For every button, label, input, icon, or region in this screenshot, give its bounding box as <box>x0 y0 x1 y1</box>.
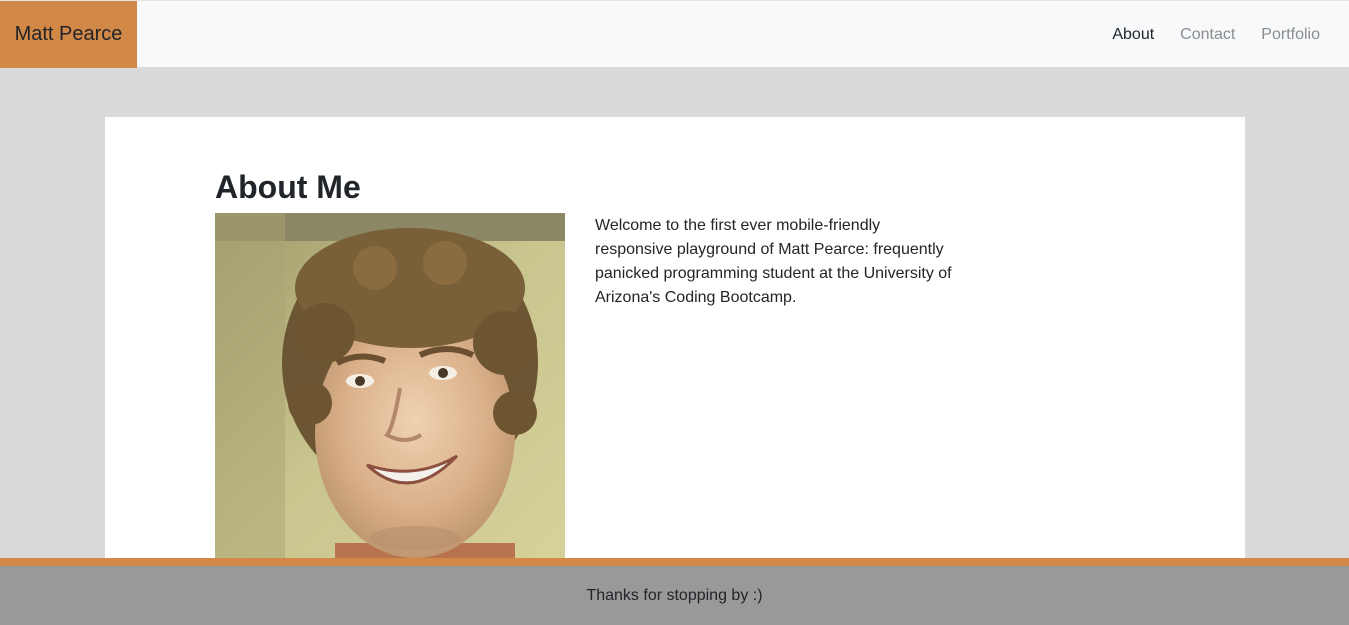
nav-link-about[interactable]: About <box>1099 26 1167 44</box>
profile-photo <box>215 213 565 563</box>
page-title: About Me <box>215 169 361 205</box>
nav-link-contact[interactable]: Contact <box>1167 26 1248 44</box>
nav-link-portfolio[interactable]: Portfolio <box>1248 26 1333 44</box>
brand-link[interactable]: Matt Pearce <box>0 1 137 68</box>
navbar: Matt Pearce About Contact Portfolio <box>0 0 1349 68</box>
footer-text: Thanks for stopping by :) <box>586 586 763 604</box>
about-card: About Me Welcome to the first ever mobil… <box>105 117 1245 567</box>
bio-text: Welcome to the first ever mobile-friendl… <box>595 217 952 306</box>
nav-links: About Contact Portfolio <box>1099 1 1333 68</box>
footer: Thanks for stopping by :) <box>0 558 1349 625</box>
profile-photo-image <box>215 213 565 563</box>
